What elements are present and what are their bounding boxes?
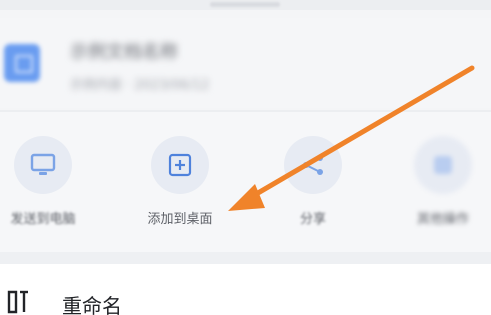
add-square-icon bbox=[151, 136, 209, 194]
add-to-desktop-label: 添加到桌面 bbox=[147, 212, 213, 227]
share-icon bbox=[284, 136, 342, 194]
rename-row[interactable]: 重命名 bbox=[0, 264, 491, 315]
add-to-desktop-button[interactable]: 添加到桌面 bbox=[125, 136, 235, 227]
share-sheet: 示例文档名称 示例内容 · 2023/06/12 发送到电脑 添加到桌面 分享 … bbox=[0, 0, 491, 315]
drag-handle[interactable] bbox=[210, 2, 280, 7]
share-button[interactable]: 分享 bbox=[258, 136, 368, 227]
action-row: 发送到电脑 添加到桌面 分享 其他操作 bbox=[0, 112, 491, 252]
send-to-computer-button[interactable]: 发送到电脑 bbox=[0, 136, 98, 227]
file-title: 示例文档名称 bbox=[70, 42, 178, 63]
file-meta: 示例内容 · 2023/06/12 bbox=[70, 78, 210, 93]
send-to-computer-label: 发送到电脑 bbox=[10, 212, 76, 227]
rename-label: 重命名 bbox=[62, 294, 122, 315]
share-label: 分享 bbox=[299, 212, 326, 227]
other-action-button[interactable]: 其他操作 bbox=[388, 136, 491, 227]
sheet-handle-area bbox=[0, 0, 491, 10]
document-icon bbox=[4, 44, 40, 82]
file-header: 示例文档名称 示例内容 · 2023/06/12 bbox=[0, 18, 491, 108]
other-action-label: 其他操作 bbox=[416, 212, 469, 227]
section-gap bbox=[0, 252, 491, 264]
app-icon bbox=[414, 136, 472, 194]
rename-icon bbox=[7, 290, 28, 314]
monitor-icon bbox=[14, 136, 72, 194]
